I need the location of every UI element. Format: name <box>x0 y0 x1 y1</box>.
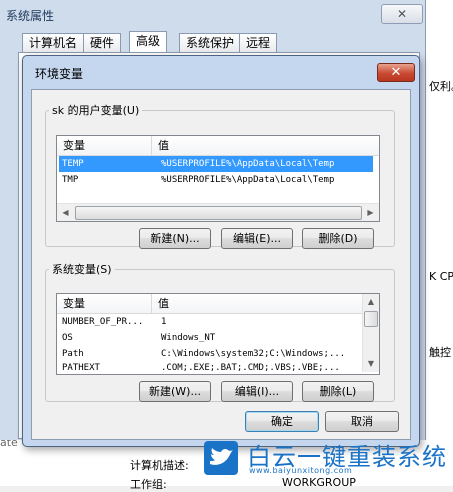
scroll-up-icon[interactable]: ▲ <box>363 294 379 310</box>
user-variables-header: 变量 值 <box>57 136 379 156</box>
tab-system-protection[interactable]: 系统保护 <box>179 33 242 52</box>
system-variable-row[interactable]: NUMBER_OF_PR... 1 <box>57 314 379 330</box>
variable-value: 1 <box>161 317 167 327</box>
background-control-panel: 仅利。 K CP 触控 <box>425 0 453 486</box>
system-properties-title: 系统属性 <box>6 9 55 23</box>
system-new-button[interactable]: 新建(W)... <box>139 381 211 402</box>
variable-value: .COM;.EXE;.BAT;.CMD;.VBS;.VBE;... <box>161 363 340 371</box>
column-header-value[interactable]: 值 <box>152 294 169 313</box>
ok-button[interactable]: 确定 <box>245 411 319 432</box>
system-variables-group: 系统变量(S) 变量 值 NUMBER_OF_PR... 1 OS Window… <box>45 261 395 402</box>
column-header-variable[interactable]: 变量 <box>57 294 152 313</box>
column-header-variable[interactable]: 变量 <box>57 136 152 155</box>
variable-name: OS <box>62 333 73 343</box>
watermark: 白云一键重装系统 www.baiyunxitong.com <box>203 440 447 476</box>
system-properties-close-button[interactable]: ✕ <box>381 4 423 24</box>
variable-value: C:\Windows\system32;C:\Windows;... <box>161 349 346 359</box>
user-delete-button[interactable]: 删除(D) <box>302 228 374 249</box>
system-delete-button[interactable]: 删除(L) <box>302 381 374 402</box>
variable-name: TEMP <box>62 159 84 169</box>
system-variables-list[interactable]: 变量 值 NUMBER_OF_PR... 1 OS Windows_NT Pat… <box>56 293 380 375</box>
system-variable-row[interactable]: Path C:\Windows\system32;C:\Windows;... <box>57 346 379 362</box>
variable-name: TMP <box>62 175 79 185</box>
environment-variables-title: 环境变量 <box>35 67 84 81</box>
background-text-fragment: 仅利。 <box>429 80 453 93</box>
environment-variables-close-button[interactable]: ✕ <box>377 63 415 82</box>
cancel-button[interactable]: 取消 <box>325 411 399 432</box>
user-new-button[interactable]: 新建(N)... <box>139 228 211 249</box>
environment-variables-dialog: 环境变量 ✕ sk 的用户变量(U) 变量 值 TEMP %USERPROFIL… <box>22 55 420 447</box>
column-header-value[interactable]: 值 <box>152 136 169 155</box>
background-text-fragment: K CP <box>429 270 453 283</box>
user-variables-horizontal-scrollbar[interactable]: ◀ ▶ <box>57 203 379 221</box>
system-variables-vertical-scrollbar[interactable]: ▲ ▼ <box>362 294 379 372</box>
tab-hardware[interactable]: 硬件 <box>83 33 122 52</box>
user-variables-group: sk 的用户变量(U) 变量 值 TEMP %USERPROFILE%\AppD… <box>45 102 395 249</box>
user-edit-button[interactable]: 编辑(E)... <box>221 228 293 249</box>
tab-computer-name[interactable]: 计算机名 <box>22 33 85 52</box>
scroll-right-icon[interactable]: ▶ <box>362 204 379 221</box>
system-variable-row[interactable]: PATHEXT .COM;.EXE;.BAT;.CMD;.VBS;.VBE;..… <box>57 362 379 371</box>
bird-logo-icon <box>204 441 238 475</box>
scroll-down-icon[interactable]: ▼ <box>363 356 379 372</box>
variable-name: Path <box>62 349 84 359</box>
user-variables-label: sk 的用户变量(U) <box>52 104 140 117</box>
variable-value: Windows_NT <box>161 333 216 343</box>
system-variables-header: 变量 值 <box>57 294 379 314</box>
scrollbar-thumb[interactable] <box>364 311 378 327</box>
variable-value: %USERPROFILE%\AppData\Local\Temp <box>161 175 335 185</box>
variable-name: PATHEXT <box>62 363 100 371</box>
variable-value: %USERPROFILE%\AppData\Local\Temp <box>161 159 335 169</box>
user-variable-row-temp[interactable]: TEMP %USERPROFILE%\AppData\Local\Temp <box>59 156 373 172</box>
system-variables-label: 系统变量(S) <box>52 263 112 276</box>
system-edit-button[interactable]: 编辑(I)... <box>221 381 293 402</box>
system-variable-row[interactable]: OS Windows_NT <box>57 330 379 346</box>
user-variables-list[interactable]: 变量 值 TEMP %USERPROFILE%\AppData\Local\Te… <box>56 135 380 222</box>
tab-remote[interactable]: 远程 <box>239 33 278 52</box>
scroll-left-icon[interactable]: ◀ <box>57 204 74 221</box>
workgroup-value: WORKGROUP <box>282 476 356 489</box>
user-variable-row-tmp[interactable]: TMP %USERPROFILE%\AppData\Local\Temp <box>57 172 379 188</box>
tab-advanced[interactable]: 高级 <box>129 31 168 53</box>
background-text-fragment: 触控 <box>429 346 451 359</box>
computer-description-label: 计算机描述: <box>130 459 189 472</box>
watermark-url: www.baiyunxitong.com <box>249 466 353 475</box>
scrollbar-thumb[interactable] <box>75 206 362 220</box>
variable-name: NUMBER_OF_PR... <box>62 317 144 327</box>
environment-variables-body: sk 的用户变量(U) 变量 值 TEMP %USERPROFILE%\AppD… <box>31 89 411 440</box>
workgroup-label: 工作组: <box>130 478 167 491</box>
